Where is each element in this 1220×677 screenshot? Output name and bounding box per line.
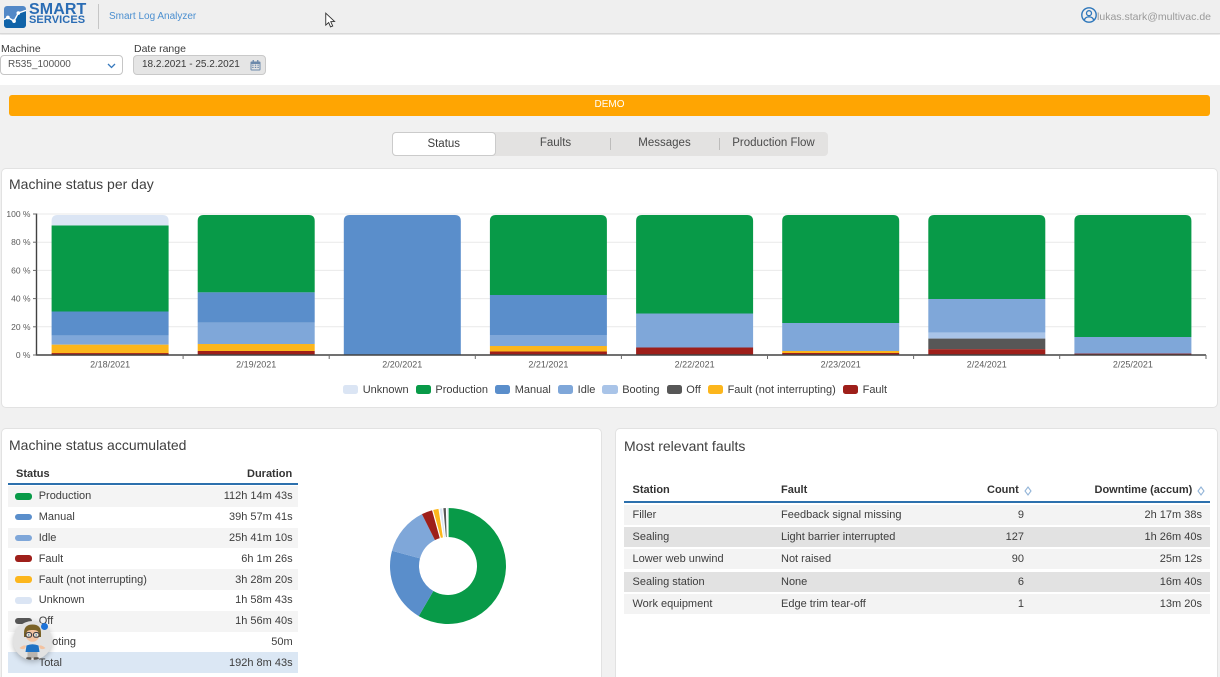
svg-text:2/25/2021: 2/25/2021 [1113,360,1153,370]
svg-text:2/22/2021: 2/22/2021 [675,360,715,370]
svg-text:40 %: 40 % [11,294,31,304]
svg-text:60 %: 60 % [11,265,31,275]
svg-text:2/23/2021: 2/23/2021 [821,360,861,370]
svg-text:2/24/2021: 2/24/2021 [967,360,1007,370]
svg-text:2/19/2021: 2/19/2021 [236,360,276,370]
svg-text:0 %: 0 % [16,350,31,360]
svg-text:100 %: 100 % [6,209,31,219]
svg-text:20 %: 20 % [11,322,31,332]
svg-text:2/18/2021: 2/18/2021 [90,360,130,370]
svg-text:80 %: 80 % [11,237,31,247]
svg-text:2/21/2021: 2/21/2021 [528,360,568,370]
svg-text:2/20/2021: 2/20/2021 [382,360,422,370]
